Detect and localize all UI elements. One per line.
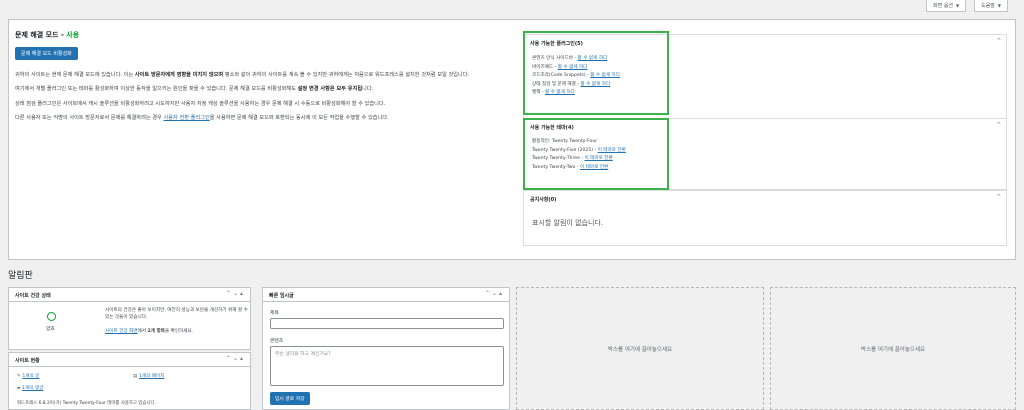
quick-draft-title[interactable]: 빠른 임시글 ⌃⌄▴ xyxy=(263,288,509,302)
user-switching-plugin-link[interactable]: 사용자 전환 플러그인 xyxy=(163,115,209,121)
notices-empty: 표시할 알림이 없습니다. xyxy=(532,219,604,227)
save-draft-button[interactable]: 임시 글로 저장 xyxy=(270,392,310,405)
troubleshooting-panel: 문제 해결 모드 - 사용 문제 해결 모드 비활성화 귀하의 사이트는 현재 … xyxy=(8,19,1016,260)
widget-dropzone[interactable]: 박스를 여기에 끌어놓으세요 xyxy=(516,287,764,410)
notices-box: 공지사항(0) ⌃ 표시할 알림이 없습니다. xyxy=(523,190,1007,246)
widget-dropzone[interactable]: 박스를 여기에 끌어놓으세요 xyxy=(770,287,1016,410)
themes-highlight xyxy=(523,118,669,190)
health-status-text: 양호 xyxy=(46,327,55,332)
chevron-down-icon: ⌄ xyxy=(232,290,240,297)
chevron-up-icon[interactable]: ⌃ xyxy=(996,121,1002,129)
screen-options-tab[interactable]: 화면 옵션 ▼ xyxy=(926,0,967,12)
widget-controls[interactable]: ⌃⌄▴ xyxy=(226,290,245,297)
wordpress-version-text: 워드프레스 6.8.2이(가) Twenty Twenty-Four 테마를 사… xyxy=(17,401,156,406)
health-description: 사이트의 건강은 좋아 보이지만, 여전히 성능과 보안을 개선하기 위해 할 … xyxy=(105,308,248,320)
draft-content-textarea[interactable]: 무슨 생각을 하고 계신가요? xyxy=(270,346,504,386)
pushpin-icon: ✎ xyxy=(17,374,21,379)
site-health-widget: 사이트 건강 상태 ⌃⌄▴ 양호 사이트의 건강은 좋아 보이지만, 여전히 성… xyxy=(8,287,251,350)
troubleshooting-title: 문제 해결 모드 - 사용 xyxy=(15,30,510,40)
posts-count-row: ✎ 1개의 글 xyxy=(17,374,39,381)
chevron-up-icon: ⌃ xyxy=(225,290,233,297)
site-health-screen-link[interactable]: 사이트 건강 화면 xyxy=(105,329,138,334)
intro-paragraph-2: 여기에서 개별 플러그인 또는 테마를 활성화하여 이상한 동작을 일으키는 원… xyxy=(15,86,374,93)
pages-count-link[interactable]: 1개의 페이지 xyxy=(139,374,165,379)
troubleshooting-title-text: 문제 해결 모드 - xyxy=(15,31,67,39)
quick-draft-widget: 빠른 임시글 ⌃⌄▴ 제목 콘텐츠 무슨 생각을 하고 계신가요? 임시 글로 … xyxy=(262,287,510,410)
chevron-up-icon: ⌃ xyxy=(225,355,233,362)
page-icon: ▤ xyxy=(133,374,138,379)
chevron-up-icon[interactable]: ⌃ xyxy=(996,37,1002,45)
health-link-row: 사이트 건강 화면에서 2개 항목을 확인하세요. xyxy=(105,329,194,334)
site-overview-title[interactable]: 사이트 현황 ⌃⌄▴ xyxy=(9,353,250,367)
dashboard-title: 알림판 xyxy=(8,271,33,281)
troubleshooting-intro: 문제 해결 모드 - 사용 문제 해결 모드 비활성화 귀하의 사이트는 현재 … xyxy=(15,30,510,128)
screen-options-label: 화면 옵션 xyxy=(933,3,954,9)
widget-controls[interactable]: ⌃⌄▴ xyxy=(226,355,245,362)
intro-paragraph-4: 다른 사용자 또는 익명의 사이트 방문자로서 문제를 해결하려는 경우 사용자… xyxy=(15,114,389,121)
draft-title-label: 제목 xyxy=(270,311,279,316)
comment-icon: ▰ xyxy=(17,386,21,391)
chevron-down-icon: ▼ xyxy=(956,3,960,8)
triangle-up-icon: ▴ xyxy=(498,290,504,297)
disable-troubleshooting-button[interactable]: 문제 해결 모드 비활성화 xyxy=(15,47,78,60)
chevron-up-icon[interactable]: ⌃ xyxy=(996,193,1002,201)
comments-count-link[interactable]: 1개의 댓글 xyxy=(22,386,43,391)
chevron-down-icon: ▼ xyxy=(997,3,1001,8)
comments-count-row: ▰ 1개의 댓글 xyxy=(17,386,43,393)
screen-meta-links: 화면 옵션 ▼ 도움말 ▼ xyxy=(926,0,1008,12)
triangle-up-icon: ▴ xyxy=(239,290,245,297)
posts-count-link[interactable]: 1개의 글 xyxy=(22,374,39,379)
chevron-down-icon: ⌄ xyxy=(491,290,499,297)
troubleshooting-status: 사용 xyxy=(66,31,80,39)
help-tab[interactable]: 도움말 ▼ xyxy=(974,0,1008,12)
pages-count-row: ▤ 1개의 페이지 xyxy=(133,374,164,381)
intro-paragraph-3: 상태 점검 플러그인은 사이트에서 캐시 솔루션을 비활성화하려고 시도하지만 … xyxy=(15,100,386,107)
draft-content-label: 콘텐츠 xyxy=(270,339,284,344)
intro-paragraph-1: 귀하의 사이트는 현재 문제 해결 모드에 있습니다. 이는 사이트 방문자에게… xyxy=(15,72,470,78)
site-health-title[interactable]: 사이트 건강 상태 ⌃⌄▴ xyxy=(9,288,250,302)
triangle-up-icon: ▴ xyxy=(239,355,245,362)
chevron-down-icon: ⌄ xyxy=(232,355,240,362)
draft-title-input[interactable] xyxy=(270,318,504,329)
notices-title[interactable]: 공지사항(0) ⌃ xyxy=(524,191,1006,208)
chevron-up-icon: ⌃ xyxy=(484,290,492,297)
plugins-highlight xyxy=(523,31,669,115)
widget-controls[interactable]: ⌃⌄▴ xyxy=(485,290,504,297)
health-status-circle-icon xyxy=(47,312,56,321)
help-label: 도움말 xyxy=(981,3,995,9)
site-overview-widget: 사이트 현황 ⌃⌄▴ ✎ 1개의 글 ▤ 1개의 페이지 ▰ 1개의 댓글 워드… xyxy=(8,352,251,410)
